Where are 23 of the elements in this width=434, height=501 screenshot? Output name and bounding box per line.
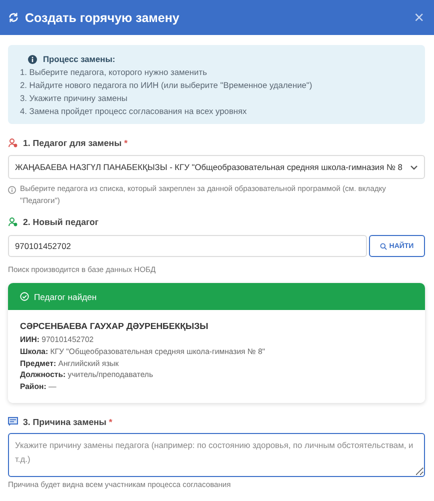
info-icon	[28, 54, 37, 64]
info-step: 2. Найдите нового педагога по ИИН (или выберите "Временное удаление")	[20, 80, 413, 90]
field-label: 3. Причина замены *	[23, 416, 112, 427]
person-icon	[8, 217, 18, 228]
comment-icon	[8, 417, 18, 426]
search-icon	[380, 242, 388, 250]
check-circle-icon	[20, 292, 29, 302]
reason-field[interactable]: Укажите причину замены педагога (например: по состоянию здоровья, по личным обстоятельствам, и т.д.)	[8, 432, 425, 477]
teacher-select[interactable]: ЖАҢАБАЕВА НАЗГҮЛ ПАНАБЕКҚЫЗЫ - КГУ "Общеобразовательная средняя школа-гимназия № 8	[8, 155, 425, 179]
iin-field[interactable]: 970101452702	[8, 235, 367, 258]
info-step: 3. Укажите причину замены	[20, 93, 413, 103]
info-step: 1. Выберите педагога, которого нужно заменить	[20, 67, 413, 77]
field-label: 1. Педагог для замены *	[23, 138, 128, 148]
field-label: 2. Новый педагог	[23, 217, 99, 228]
dialog-title: Создать горячую замену	[25, 10, 180, 24]
info-title: Процесс замены:	[43, 54, 116, 64]
teacher-name: СӘРСЕНБАЕВА ГАУХАР ДӘУРЕНБЕКҚЫЗЫ	[20, 321, 210, 332]
info-icon	[8, 186, 16, 194]
chevron-icon	[410, 164, 418, 170]
person-icon	[8, 138, 18, 148]
status-text: Педагог найден	[34, 292, 97, 302]
info-step: 4. Замена пройдет процесс согласования на всех уровнях	[20, 106, 413, 116]
refresh-icon	[8, 12, 19, 23]
